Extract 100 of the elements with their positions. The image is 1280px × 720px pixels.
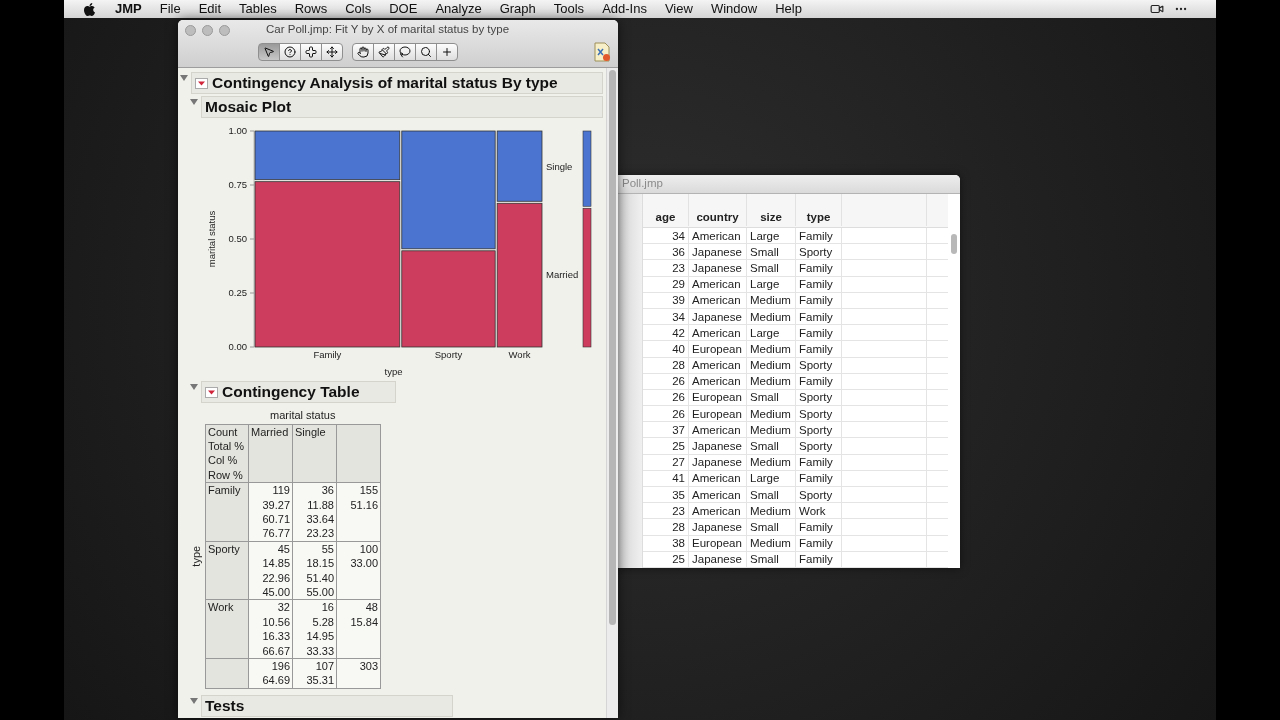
table-cell: American	[692, 422, 741, 437]
table-cell: American	[692, 358, 741, 373]
column-header[interactable]: age	[655, 208, 676, 226]
outline-header[interactable]: Tests	[201, 695, 453, 717]
tool-button[interactable]	[279, 43, 301, 61]
lasso-icon	[399, 46, 411, 58]
menu-item[interactable]: File	[159, 0, 181, 19]
outline-header[interactable]: Contingency Analysis of marital status By type	[191, 72, 603, 94]
mosaic-tile[interactable]	[254, 130, 401, 181]
menu-item[interactable]: Add-Ins	[602, 0, 647, 19]
mosaic-tile[interactable]	[496, 202, 543, 348]
table-cell: 42	[672, 325, 685, 340]
mosaic-tile[interactable]	[401, 250, 496, 348]
menu-item[interactable]: Tools	[553, 0, 585, 19]
table-cell: 26	[672, 374, 685, 389]
tool-button[interactable]	[394, 43, 416, 61]
cell-value: 18.15	[305, 556, 334, 571]
cross-icon	[305, 46, 317, 58]
table-cell: Large	[750, 471, 780, 486]
column-header[interactable]: size	[760, 208, 782, 226]
scrollbar[interactable]	[948, 194, 960, 568]
x-tick-label: Family	[313, 349, 342, 360]
menu-item[interactable]: View	[664, 0, 693, 19]
table-cell: Japanese	[692, 309, 742, 324]
table-cell: European	[692, 536, 742, 551]
table-cell: Small	[750, 487, 779, 502]
menu-item[interactable]: Graph	[499, 0, 536, 19]
column-group-label: marital status	[270, 409, 336, 421]
column-header: Single	[292, 424, 337, 483]
table-cell: Medium	[750, 341, 791, 356]
legend-text: Col %	[208, 453, 239, 468]
table-cell: Family	[799, 536, 833, 551]
cell-value: 76.77	[261, 526, 290, 541]
table-cell: Sporty	[799, 390, 833, 405]
disclosure-icon[interactable]	[190, 697, 198, 705]
table-cell: Family	[799, 260, 833, 275]
cell-value: 16.33	[261, 629, 290, 644]
menu-item[interactable]: Help	[775, 0, 802, 19]
popup-menu-icon[interactable]	[195, 77, 208, 89]
outline-header[interactable]: Mosaic Plot	[201, 96, 603, 118]
table-cell: Sporty	[799, 406, 833, 421]
disclosure-icon[interactable]	[190, 383, 198, 391]
cell-value: 155	[358, 483, 378, 498]
y-tick-label: 0.25	[228, 287, 247, 298]
row-header: Family	[205, 482, 249, 542]
table-cell: Family	[799, 309, 833, 324]
column-header: Married	[248, 424, 293, 483]
table-cell: Sporty	[799, 244, 833, 259]
menu-item[interactable]: Rows	[294, 0, 328, 19]
outline-title: Contingency Analysis of marital status By type	[212, 73, 558, 94]
table-cell: 36	[672, 244, 685, 259]
menu-item[interactable]: DOE	[389, 0, 418, 19]
table-cell: Medium	[750, 503, 791, 518]
column-header[interactable]: type	[806, 208, 831, 226]
journal-icon[interactable]	[593, 42, 611, 62]
cell-value: 51.40	[305, 570, 334, 585]
tool-button[interactable]	[415, 43, 437, 61]
cell-value: 11.88	[306, 497, 334, 512]
disclosure-icon[interactable]	[180, 74, 188, 82]
row-group-label: type	[189, 545, 204, 567]
table-cell: American	[692, 325, 741, 340]
cell-value: 60.71	[261, 511, 290, 527]
legend-label: Married	[546, 268, 579, 280]
menu-item[interactable]: JMP	[115, 0, 142, 19]
menu-item[interactable]: Edit	[198, 0, 222, 19]
column-header[interactable]: country	[696, 208, 739, 226]
mosaic-tile[interactable]	[496, 130, 543, 202]
table-cell: Medium	[750, 309, 791, 324]
outline-header[interactable]: Contingency Table	[201, 381, 396, 403]
table-cell: Small	[750, 519, 779, 534]
cell-value: 15.84	[349, 614, 378, 630]
mosaic-tile[interactable]	[401, 130, 496, 250]
table-cell: Small	[750, 244, 779, 259]
video-camera-icon[interactable]	[1150, 2, 1164, 16]
table-cell: 23	[672, 260, 685, 275]
table-cell: 25	[672, 552, 685, 567]
popup-menu-icon[interactable]	[205, 386, 218, 398]
tool-button[interactable]	[352, 43, 374, 61]
table-cell: Small	[750, 439, 779, 454]
table-cell: 39	[672, 293, 685, 308]
legend-text: Row %	[208, 467, 244, 483]
row-header: Work	[205, 599, 249, 659]
menu-item[interactable]: Cols	[345, 0, 372, 19]
apple-icon[interactable]	[82, 1, 97, 17]
cell-value: 39.27	[261, 497, 290, 512]
scrollbar[interactable]	[606, 68, 618, 718]
menu-item[interactable]: Tables	[239, 0, 277, 19]
menu-item[interactable]: Window	[710, 0, 758, 19]
disclosure-icon[interactable]	[190, 98, 198, 106]
tool-button[interactable]	[321, 43, 343, 61]
table-cell: Family	[799, 552, 833, 567]
hand-icon	[357, 46, 369, 58]
tool-button[interactable]	[258, 43, 280, 61]
cell-value: 32	[276, 600, 290, 615]
mosaic-tile[interactable]	[254, 181, 401, 348]
table-cell: 26	[672, 406, 685, 421]
menu-item[interactable]: Analyze	[435, 0, 482, 19]
tool-button[interactable]	[373, 43, 395, 61]
table-cell: Family	[799, 341, 833, 356]
tool-button[interactable]	[300, 43, 322, 61]
